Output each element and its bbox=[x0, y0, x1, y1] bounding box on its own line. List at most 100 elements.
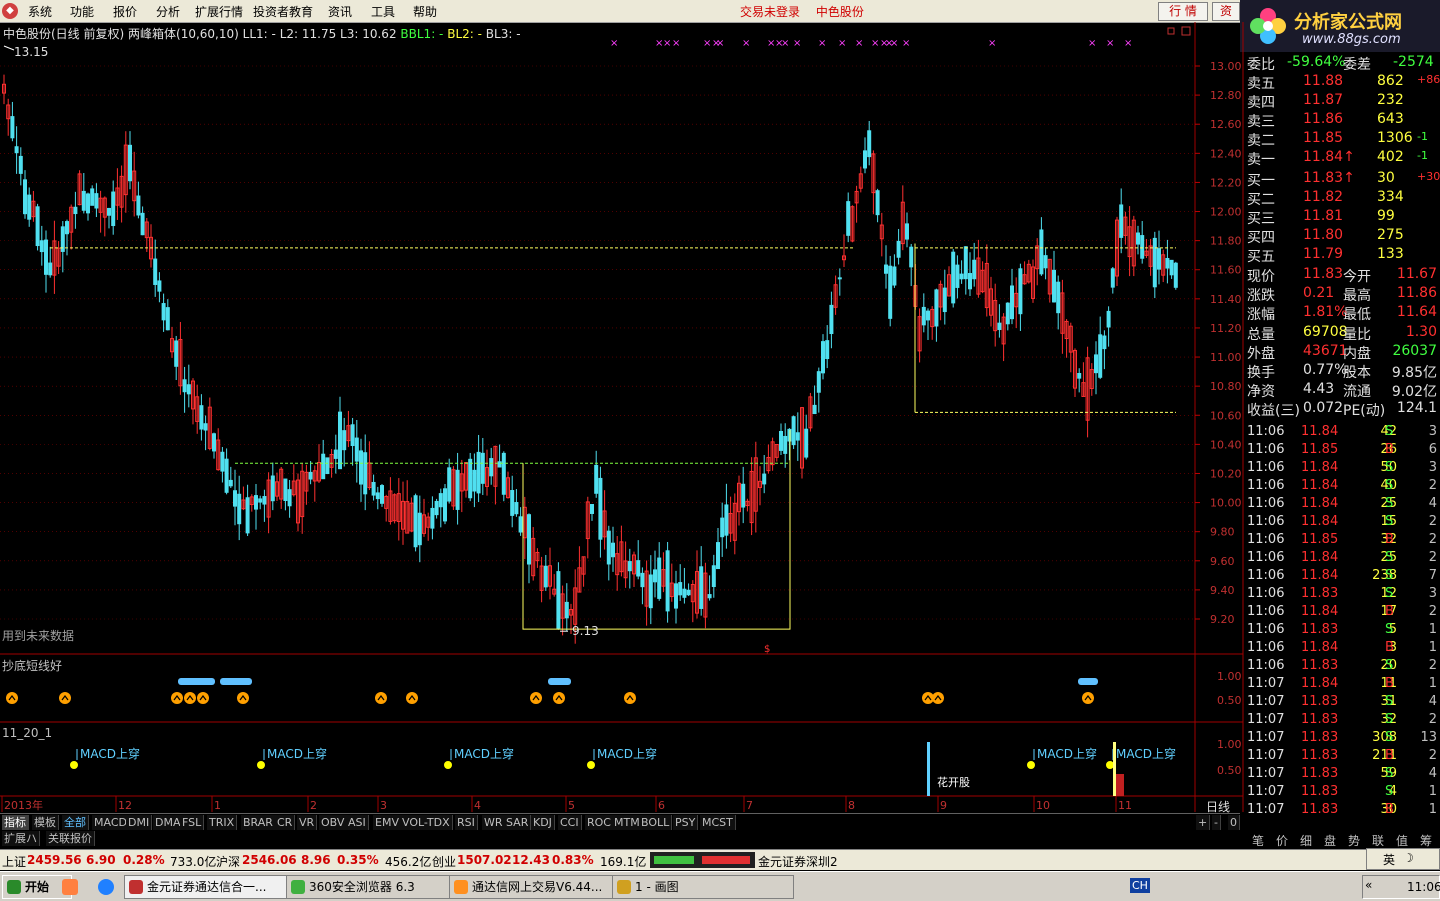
stock-title: 中色股份(日线 前复权) bbox=[3, 27, 125, 41]
app-logo-icon[interactable]: ◆ bbox=[2, 3, 18, 19]
menu-quote[interactable]: 报价 bbox=[113, 3, 137, 20]
indicator-tab[interactable]: ASI bbox=[346, 815, 369, 830]
indicator-tab[interactable]: VR bbox=[297, 815, 318, 830]
indicator-tab[interactable]: EMV bbox=[373, 815, 402, 830]
tick-time: 11:07 bbox=[1247, 712, 1285, 727]
trade-tick-row: 11:06 11.84 25 S 2 bbox=[1247, 550, 1439, 568]
bid-row[interactable]: 买一 11.83↑ 30 +30 bbox=[1247, 170, 1440, 189]
panel2-title: 抄底短线好 bbox=[2, 659, 63, 673]
bid-row[interactable]: 买二 11.82 334 bbox=[1247, 189, 1439, 208]
indicator-tab[interactable]: PSY bbox=[673, 815, 699, 830]
tick-count: 1 bbox=[1428, 640, 1437, 655]
zoom-tab[interactable]: - bbox=[1212, 815, 1221, 830]
ime-bar[interactable]: 英 ☽ bbox=[1366, 848, 1440, 870]
indicator-tab[interactable]: SAR bbox=[504, 815, 532, 830]
taskbar-item-paint[interactable]: 1 - 画图 bbox=[612, 875, 794, 899]
quote-button[interactable]: 行 情 bbox=[1158, 2, 1208, 21]
ask-row[interactable]: 卖四 11.87 232 bbox=[1247, 92, 1439, 111]
menu-extended-market[interactable]: 扩展行情 bbox=[195, 3, 243, 20]
candle-body bbox=[380, 485, 384, 504]
bid-row[interactable]: 买五 11.79 133 bbox=[1247, 246, 1439, 265]
candle-body bbox=[86, 193, 90, 214]
panel-tab[interactable]: 势 bbox=[1348, 832, 1360, 849]
panel-tab[interactable]: 筹 bbox=[1420, 832, 1432, 849]
menu-analysis[interactable]: 分析 bbox=[156, 3, 180, 20]
indicator-tab[interactable]: RSI bbox=[455, 815, 478, 830]
indicator-tab[interactable]: 全部 bbox=[62, 815, 89, 830]
indicator-tab[interactable]: BRAR bbox=[241, 815, 276, 830]
indicator-tab[interactable]: OBV bbox=[319, 815, 348, 830]
tick-time: 11:07 bbox=[1247, 694, 1285, 709]
menu-system[interactable]: 系统 bbox=[28, 3, 52, 20]
indicator-tab[interactable]: ROC bbox=[585, 815, 614, 830]
chart-restore-icon[interactable] bbox=[1167, 27, 1175, 35]
info-button[interactable]: 资 bbox=[1212, 2, 1240, 21]
indicator-tab[interactable]: CR bbox=[275, 815, 296, 830]
tick-count: 1 bbox=[1428, 784, 1437, 799]
panel-tab[interactable]: 笔 bbox=[1252, 832, 1264, 849]
chart-canvas[interactable]: × × × × × ×× × × ×× × × × × × ××× × × × × ×MACD上穿 MACD上穿 MACD… bbox=[0, 22, 1244, 812]
menu-help[interactable]: 帮助 bbox=[413, 3, 437, 20]
chart-maximize-icon[interactable] bbox=[1181, 26, 1191, 36]
tray-expand-icon[interactable]: « bbox=[1365, 878, 1372, 892]
candle-body bbox=[611, 542, 615, 558]
panel-tab[interactable]: 联 bbox=[1372, 832, 1384, 849]
indicator-tab[interactable]: MCST bbox=[700, 815, 736, 830]
taskbar-item-tdx[interactable]: 金元证券通达信合一... bbox=[124, 875, 306, 899]
panel-tab[interactable]: 细 bbox=[1300, 832, 1312, 849]
indicator-tab[interactable]: DMI bbox=[126, 815, 153, 830]
taskbar-item-360browser[interactable]: 360安全浏览器 6.3 bbox=[286, 875, 468, 899]
tick-price: 11.83 bbox=[1301, 586, 1339, 601]
ask-row[interactable]: 卖二 11.85 1306 -1 bbox=[1247, 130, 1439, 149]
candle-body bbox=[590, 504, 594, 514]
indicator-tab[interactable]: KDJ bbox=[531, 815, 555, 830]
menu-tools[interactable]: 工具 bbox=[371, 3, 395, 20]
candle-body bbox=[203, 423, 208, 431]
candle-body bbox=[678, 582, 683, 596]
bid-row[interactable]: 买三 11.81 99 bbox=[1247, 208, 1439, 227]
candle-body bbox=[875, 190, 880, 216]
panel-tab[interactable]: 盘 bbox=[1324, 832, 1336, 849]
level-volume: 862 bbox=[1377, 73, 1404, 89]
menu-function[interactable]: 功能 bbox=[70, 3, 94, 20]
indicator-tab[interactable]: WR bbox=[482, 815, 506, 830]
indicator-tab[interactable]: TRIX bbox=[207, 815, 238, 830]
ask-row[interactable]: 卖一 11.84↑ 402 -1 bbox=[1247, 149, 1439, 168]
indicator-tab[interactable]: FSL bbox=[180, 815, 205, 830]
panel-tab[interactable]: 值 bbox=[1396, 832, 1408, 849]
candle-body bbox=[350, 424, 355, 447]
indicator-tab[interactable]: 模板 bbox=[32, 815, 59, 830]
tdx-app-icon bbox=[129, 880, 143, 894]
candle-body bbox=[825, 340, 830, 360]
menu-investor-education[interactable]: 投资者教育 bbox=[253, 3, 313, 20]
candle-body bbox=[1136, 232, 1140, 245]
candle-body bbox=[18, 155, 23, 174]
ask-row[interactable]: 卖三 11.86 643 bbox=[1247, 111, 1439, 130]
indicator-tab[interactable]: VOL-TDX bbox=[400, 815, 453, 830]
buy-signal-icon bbox=[553, 692, 565, 704]
paint-app-icon bbox=[617, 880, 631, 894]
zoom-tab[interactable]: + bbox=[1196, 815, 1211, 830]
tab-related-quotes[interactable]: 关联报价 bbox=[46, 831, 95, 846]
bid-row[interactable]: 买四 11.80 275 bbox=[1247, 227, 1439, 246]
language-indicator[interactable]: CH bbox=[1130, 878, 1150, 893]
indicator-tab[interactable]: MACD bbox=[92, 815, 130, 830]
ask-row[interactable]: 卖五 11.88 862 +862 bbox=[1247, 73, 1440, 92]
quicklaunch-desktop-icon[interactable] bbox=[62, 879, 78, 895]
trade-tick-row: 11:07 11.83 308 S 13 bbox=[1247, 730, 1439, 748]
indicator-tab[interactable]: DMA bbox=[153, 815, 184, 830]
tab-extended[interactable]: 扩展ハ bbox=[2, 831, 40, 846]
indicator-tab[interactable]: CCI bbox=[558, 815, 582, 830]
indicator-tab[interactable]: 指标 bbox=[2, 815, 29, 830]
panel-tab[interactable]: 价 bbox=[1276, 832, 1288, 849]
zoom-tab[interactable]: 0 bbox=[1228, 815, 1240, 830]
price-axis-label: 9.80 bbox=[1210, 526, 1235, 539]
macd-dot-icon bbox=[1027, 761, 1035, 769]
level-change: +862 bbox=[1417, 73, 1440, 86]
taskbar-item-trading[interactable]: 通达信网上交易V6.44... bbox=[449, 875, 631, 899]
indicator-tab[interactable]: BOLL bbox=[639, 815, 673, 830]
menu-info[interactable]: 资讯 bbox=[328, 3, 352, 20]
quicklaunch-ie-icon[interactable] bbox=[98, 879, 114, 895]
candle-body bbox=[959, 273, 964, 280]
panel2-axis-label: 1.00 bbox=[1217, 670, 1242, 683]
